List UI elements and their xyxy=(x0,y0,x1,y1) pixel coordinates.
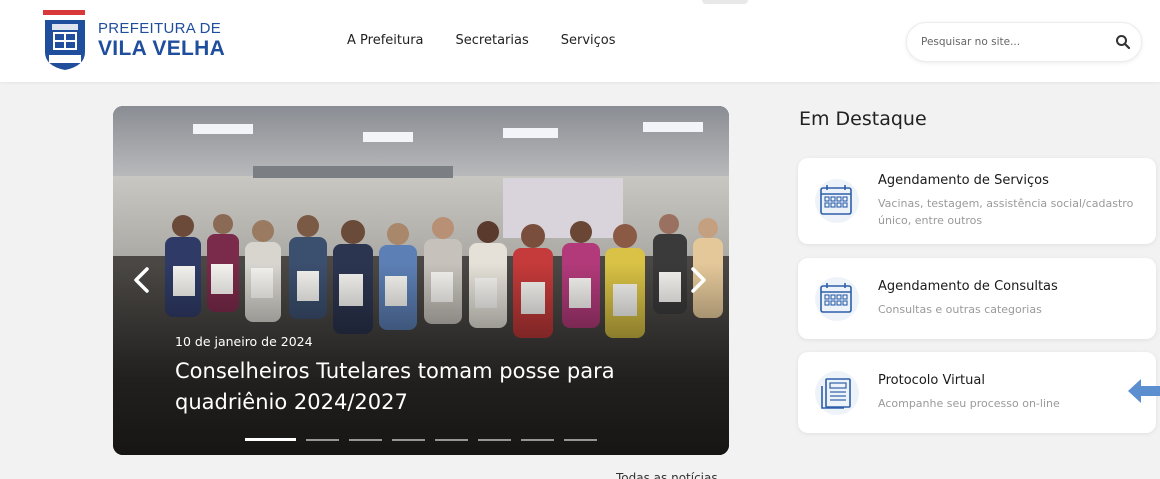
all-news-link[interactable]: Todas as notícias xyxy=(616,471,718,479)
card-title: Protocolo Virtual xyxy=(878,373,985,388)
top-tab xyxy=(702,0,748,4)
nav-servicos[interactable]: Serviços xyxy=(561,33,616,48)
logo-line2: VILA VELHA xyxy=(98,37,226,60)
nav-secretarias[interactable]: Secretarias xyxy=(456,33,529,48)
calendar-icon xyxy=(815,179,859,223)
main-nav: A Prefeitura Secretarias Serviços xyxy=(347,33,616,48)
highlights-heading: Em Destaque xyxy=(799,108,927,130)
search-box xyxy=(906,22,1142,62)
carousel-indicators xyxy=(245,438,597,441)
news-carousel[interactable]: 10 de janeiro de 2024 Conselheiros Tutel… xyxy=(113,106,729,455)
search-icon[interactable] xyxy=(1115,34,1131,50)
carousel-indicator[interactable] xyxy=(564,439,597,441)
card-subtitle: Acompanhe seu processo on-line xyxy=(878,397,1060,410)
nav-a-prefeitura[interactable]: A Prefeitura xyxy=(347,33,424,48)
card-title: Agendamento de Consultas xyxy=(878,279,1058,294)
calendar-icon xyxy=(815,277,859,321)
carousel-prev-arrow-icon[interactable] xyxy=(129,266,153,294)
carousel-indicator[interactable] xyxy=(245,438,296,441)
card-subtitle: Vacinas, testagem, assistência social/ca… xyxy=(878,197,1134,227)
logo-line1: PREFEITURA DE xyxy=(98,20,222,37)
carousel-indicator[interactable] xyxy=(521,439,554,441)
document-icon xyxy=(815,371,859,415)
logo[interactable]: PREFEITURA DE VILA VELHA xyxy=(40,8,225,72)
card-subtitle: Consultas e outras categorias xyxy=(878,303,1042,316)
carousel-indicator[interactable] xyxy=(435,439,468,441)
search-input[interactable] xyxy=(921,23,1111,61)
carousel-next-arrow-icon[interactable] xyxy=(687,266,711,294)
arrow-left-icon xyxy=(1128,379,1160,403)
slide-title[interactable]: Conselheiros Tutelares tomam posse para … xyxy=(175,356,675,418)
card-agendamento-consultas[interactable]: Agendamento de Consultas Consultas e out… xyxy=(798,258,1156,339)
city-emblem-icon xyxy=(40,8,90,72)
carousel-indicator[interactable] xyxy=(392,439,425,441)
card-agendamento-servicos[interactable]: Agendamento de Serviços Vacinas, testage… xyxy=(798,158,1156,244)
carousel-indicator[interactable] xyxy=(306,439,339,441)
site-header: PREFEITURA DE VILA VELHA A Prefeitura Se… xyxy=(0,0,1160,82)
carousel-indicator[interactable] xyxy=(478,439,511,441)
carousel-indicator[interactable] xyxy=(349,439,382,441)
slide-date: 10 de janeiro de 2024 xyxy=(175,334,313,349)
card-title: Agendamento de Serviços xyxy=(878,173,1049,188)
card-protocolo-virtual[interactable]: Protocolo Virtual Acompanhe seu processo… xyxy=(798,352,1156,433)
